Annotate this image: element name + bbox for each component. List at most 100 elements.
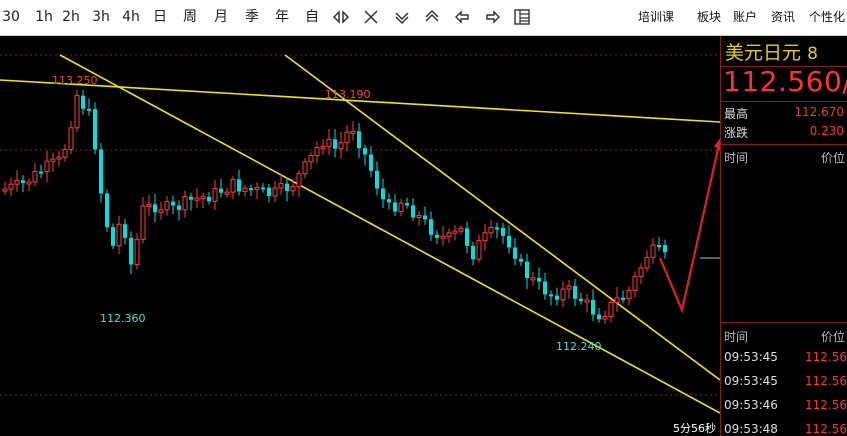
candle-body <box>476 240 482 260</box>
candle-body <box>254 186 260 191</box>
trendline-lower <box>59 54 720 414</box>
candle-body <box>644 256 650 269</box>
candle-body <box>482 232 488 242</box>
candle-body <box>530 277 536 281</box>
candle-body <box>296 173 302 188</box>
period-3h-button[interactable]: 3h <box>90 5 112 29</box>
candle-body <box>242 187 248 192</box>
period-month-button[interactable]: 月 <box>211 5 231 29</box>
candle-body <box>375 170 379 189</box>
candle-body <box>513 247 517 259</box>
period-4h-button[interactable]: 4h <box>120 5 142 29</box>
candle-body <box>614 297 620 303</box>
tick-price: 112.560 <box>805 374 847 388</box>
period-1h-button[interactable]: 1h <box>33 5 55 29</box>
candle-body <box>14 179 20 185</box>
candle-body <box>579 298 583 301</box>
high-label: 最高 <box>724 107 749 121</box>
candlestick-chart[interactable]: 113.250 113.190 112.360 112.240 5分56秒 <box>0 36 720 436</box>
bar-countdown: 5分56秒 <box>673 421 716 435</box>
candle-body <box>398 202 404 213</box>
candle-body <box>657 245 661 248</box>
candle-body <box>573 286 577 299</box>
candle-body <box>21 180 25 184</box>
period-30-button[interactable]: 30 <box>0 5 22 29</box>
candle-body <box>566 285 572 290</box>
candle-body <box>290 186 296 192</box>
candle-body <box>68 127 74 150</box>
high-value: 112.670 <box>794 105 844 119</box>
candles-group <box>2 89 667 325</box>
candle-body <box>333 139 337 149</box>
menu-account[interactable]: 账户 <box>733 5 757 29</box>
candle-body <box>350 130 356 134</box>
candle-body <box>381 188 385 200</box>
candle-body <box>200 196 206 200</box>
candle-body <box>501 227 505 236</box>
candle-body <box>134 238 140 265</box>
candle-body <box>429 219 433 235</box>
candle-body <box>194 197 200 201</box>
candle-body <box>549 294 553 297</box>
menu-personalize[interactable]: 个性化 <box>809 5 845 29</box>
candle-body <box>435 234 439 238</box>
candle-body <box>189 196 193 200</box>
zoom-horizontal-icon[interactable] <box>330 5 352 29</box>
candle-body <box>537 277 541 282</box>
time-column-header: 时间 <box>724 151 749 165</box>
candle-body <box>369 154 373 171</box>
candle-body <box>638 267 644 277</box>
tick-time: 09:53:45 <box>724 350 778 364</box>
arrow-right-icon[interactable] <box>482 5 504 29</box>
candle-body <box>507 235 511 248</box>
candle-body <box>363 148 367 155</box>
candle-body <box>129 237 133 265</box>
menu-training[interactable]: 培训课 <box>638 5 674 29</box>
candle-body <box>272 187 278 197</box>
candle-body <box>182 196 188 211</box>
period-season-button[interactable]: 季 <box>242 5 262 29</box>
candle-body <box>153 204 157 213</box>
label-high-left: 113.250 <box>52 74 98 87</box>
candle-body <box>452 230 458 234</box>
candle-body <box>393 202 397 212</box>
period-custom-button[interactable]: 自 <box>302 5 322 29</box>
chevron-up-icon[interactable] <box>421 5 443 29</box>
candle-body <box>123 224 127 238</box>
period-2h-button[interactable]: 2h <box>60 5 82 29</box>
arrow-left-icon[interactable] <box>451 5 473 29</box>
candle-body <box>278 183 284 189</box>
candle-body <box>471 245 475 260</box>
candle-body <box>116 223 122 247</box>
candle-body <box>338 142 344 150</box>
candle-body <box>158 209 164 213</box>
candle-body <box>105 193 109 228</box>
zoom-out-icon[interactable] <box>360 5 382 29</box>
candle-body <box>93 109 97 150</box>
candle-body <box>285 183 289 191</box>
candle-body <box>440 235 446 239</box>
candle-body <box>249 188 253 191</box>
candle-body <box>62 148 68 158</box>
candle-body <box>111 227 115 246</box>
tick-time-header: 时间 <box>724 330 749 344</box>
candle-body <box>50 158 56 162</box>
candle-body <box>555 295 559 300</box>
panel-layout-icon[interactable] <box>511 5 533 29</box>
period-day-button[interactable]: 日 <box>150 5 170 29</box>
candle-body <box>584 299 590 303</box>
candle-body <box>560 288 566 301</box>
candle-body <box>171 201 175 206</box>
candle-body <box>519 258 523 262</box>
menu-sector[interactable]: 板块 <box>697 5 721 29</box>
candle-body <box>261 187 265 190</box>
candle-body <box>458 227 464 232</box>
candle-body <box>495 227 499 230</box>
menu-news[interactable]: 资讯 <box>771 5 795 29</box>
candle-body <box>608 301 614 317</box>
period-year-button[interactable]: 年 <box>272 5 292 29</box>
change-value: 0.230 <box>809 124 844 138</box>
chevron-down-icon[interactable] <box>391 5 413 29</box>
candle-body <box>39 171 43 174</box>
period-week-button[interactable]: 周 <box>180 5 200 29</box>
